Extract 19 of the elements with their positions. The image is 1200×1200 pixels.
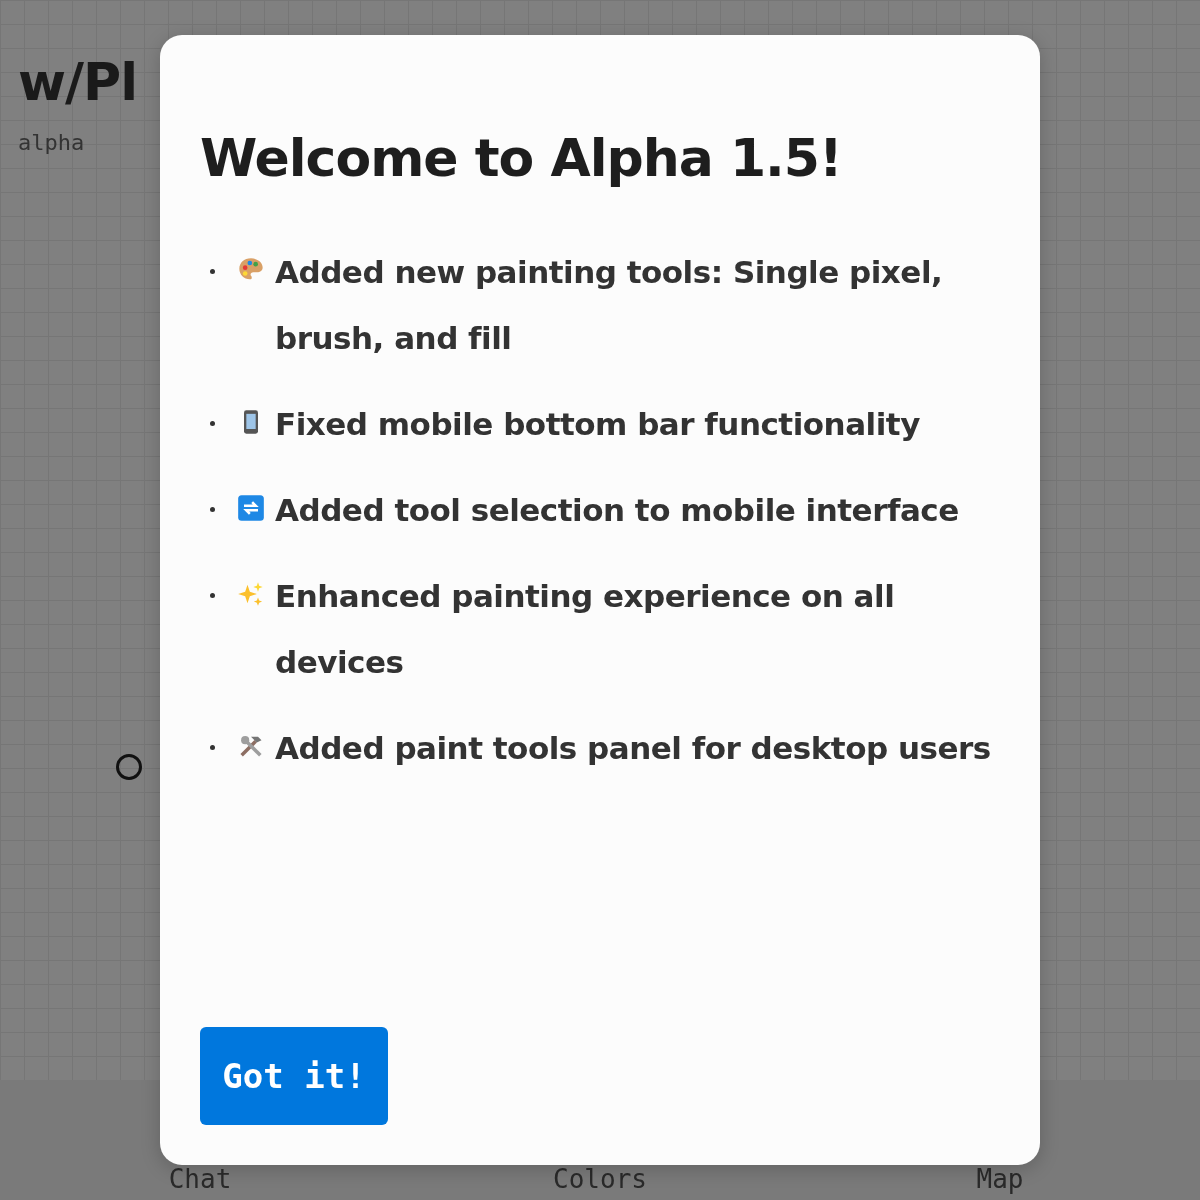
got-it-button[interactable]: Got it! [200, 1027, 388, 1125]
app-logo: w/Pl [18, 56, 137, 108]
bullet-dot [210, 421, 215, 427]
cursor-ring [116, 754, 142, 780]
nav-tab[interactable]: Colors [553, 1166, 647, 1192]
version-label: alpha [18, 130, 85, 155]
bullet-dot [210, 745, 215, 751]
changelog-item: Added tool selection to mobile interface [275, 491, 959, 531]
changelog-item: Enhanced painting experience on all devices [275, 577, 896, 683]
nav-tab[interactable]: Chat [168, 1166, 232, 1192]
bullet-dot [210, 593, 215, 599]
bullet-dot [210, 269, 215, 275]
dialog-title: Welcome to Alpha 1.5! [200, 127, 843, 190]
changelog-item: Fixed mobile bottom bar functionality [275, 405, 920, 445]
changelog-item: Added new painting tools: Single pixel, brush, and fill [275, 253, 944, 359]
arrows-icon [237, 494, 265, 523]
changelog-item: Added paint tools panel for desktop users [275, 729, 991, 769]
nav-tab[interactable]: Map [976, 1166, 1024, 1192]
bullet-dot [210, 507, 215, 513]
